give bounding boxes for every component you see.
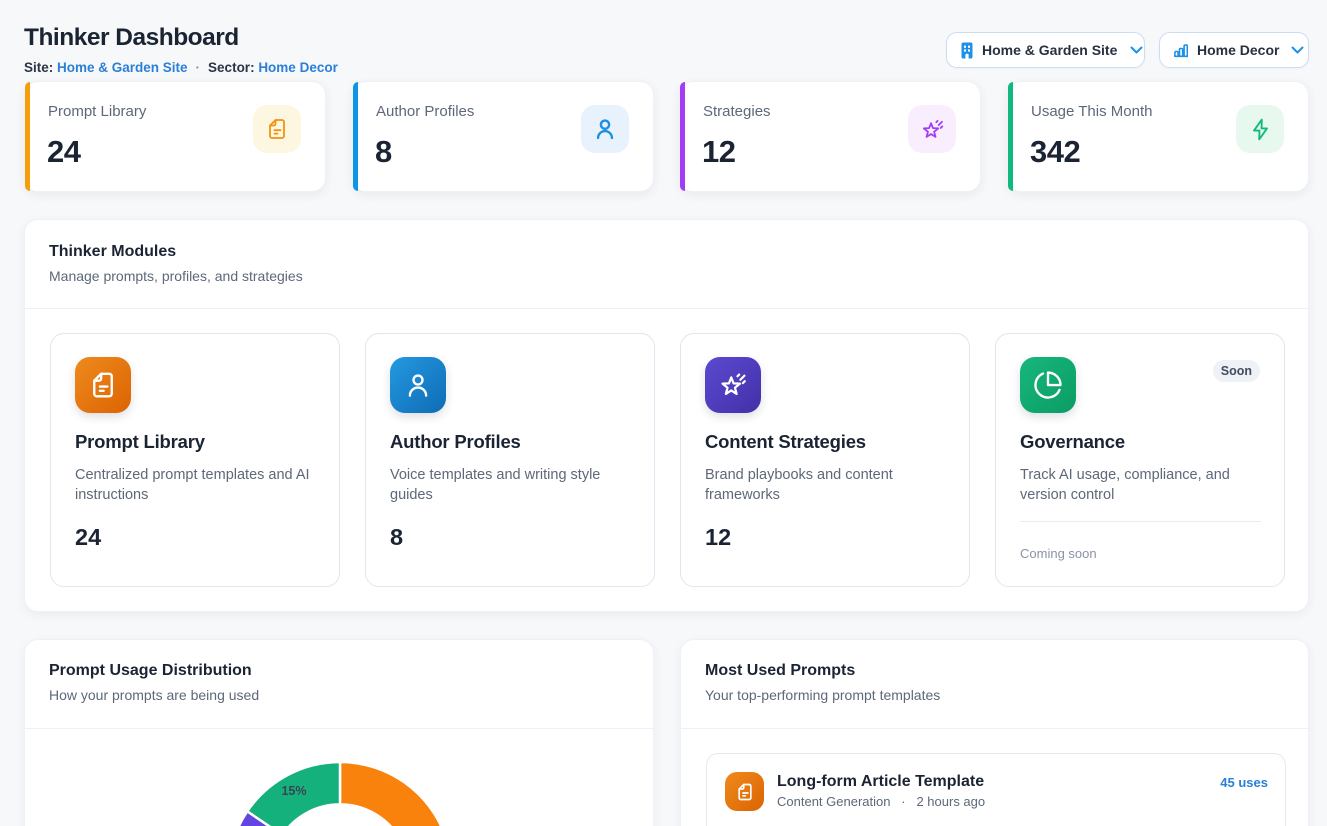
svg-text:15%: 15%	[281, 784, 306, 798]
